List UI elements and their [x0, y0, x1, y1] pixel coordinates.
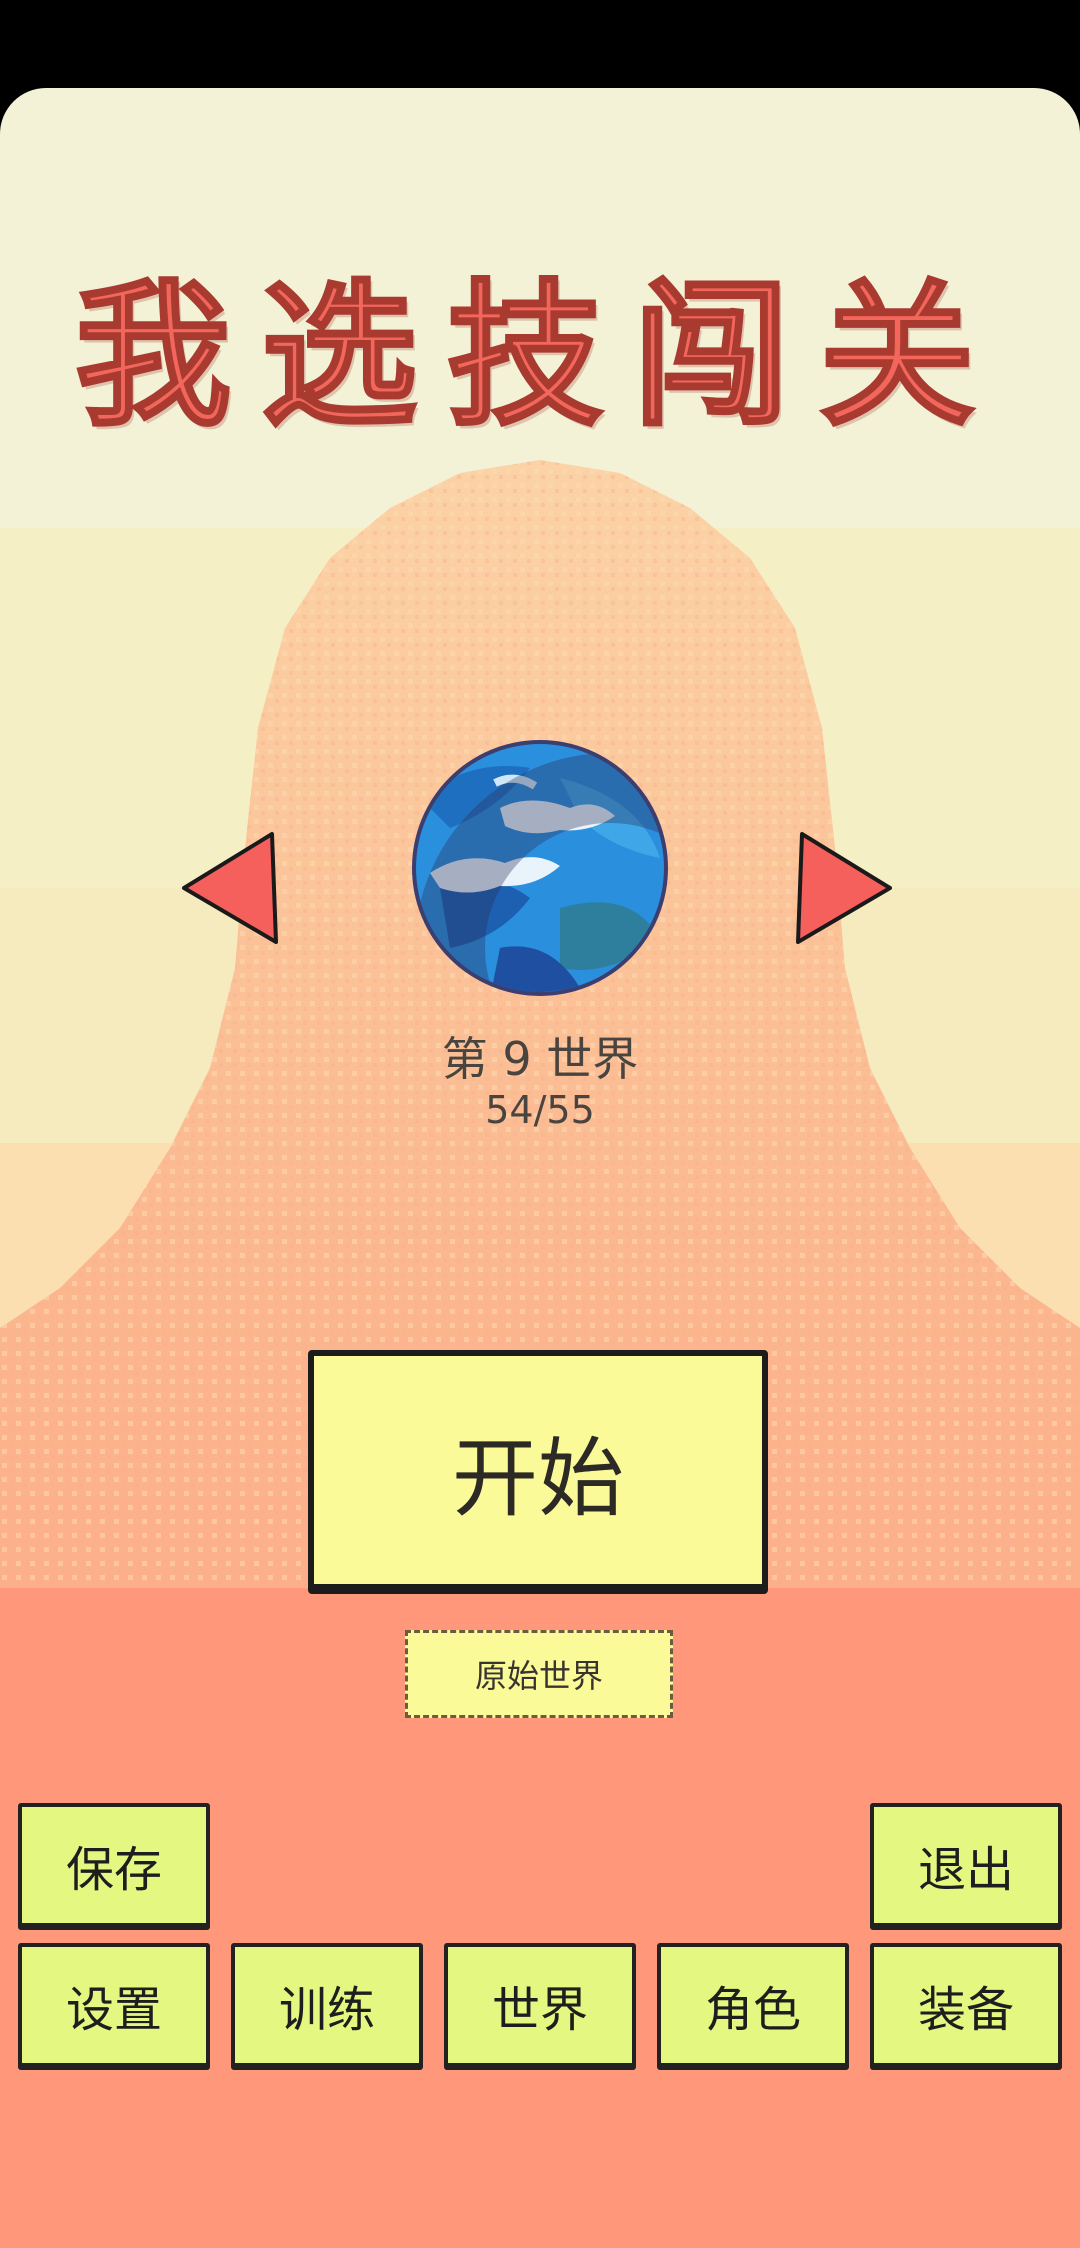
save-button[interactable]: 保存	[18, 1803, 210, 1927]
character-button[interactable]: 角色	[657, 1943, 849, 2067]
world-name: 第 9 世界	[441, 1032, 639, 1086]
world-mode-button[interactable]: 原始世界	[405, 1630, 673, 1718]
exit-button[interactable]: 退出	[870, 1803, 1062, 1927]
training-button[interactable]: 训练	[231, 1943, 423, 2067]
previous-world-arrow-icon[interactable]	[178, 828, 278, 948]
start-button[interactable]: 开始	[308, 1350, 768, 1590]
settings-button[interactable]: 设置	[18, 1943, 210, 2067]
earth-planet-icon	[412, 740, 668, 996]
game-title: 我选技闯关	[74, 264, 1005, 447]
equipment-button[interactable]: 装备	[870, 1943, 1062, 2067]
world-button[interactable]: 世界	[444, 1943, 636, 2067]
world-progress: 54/55	[485, 1088, 595, 1132]
game-screen: 我选技闯关 第 9 世界 54/55 开始 原始世界 保存 退出 设置 训练 世…	[0, 88, 1080, 2248]
next-world-arrow-icon[interactable]	[796, 828, 896, 948]
